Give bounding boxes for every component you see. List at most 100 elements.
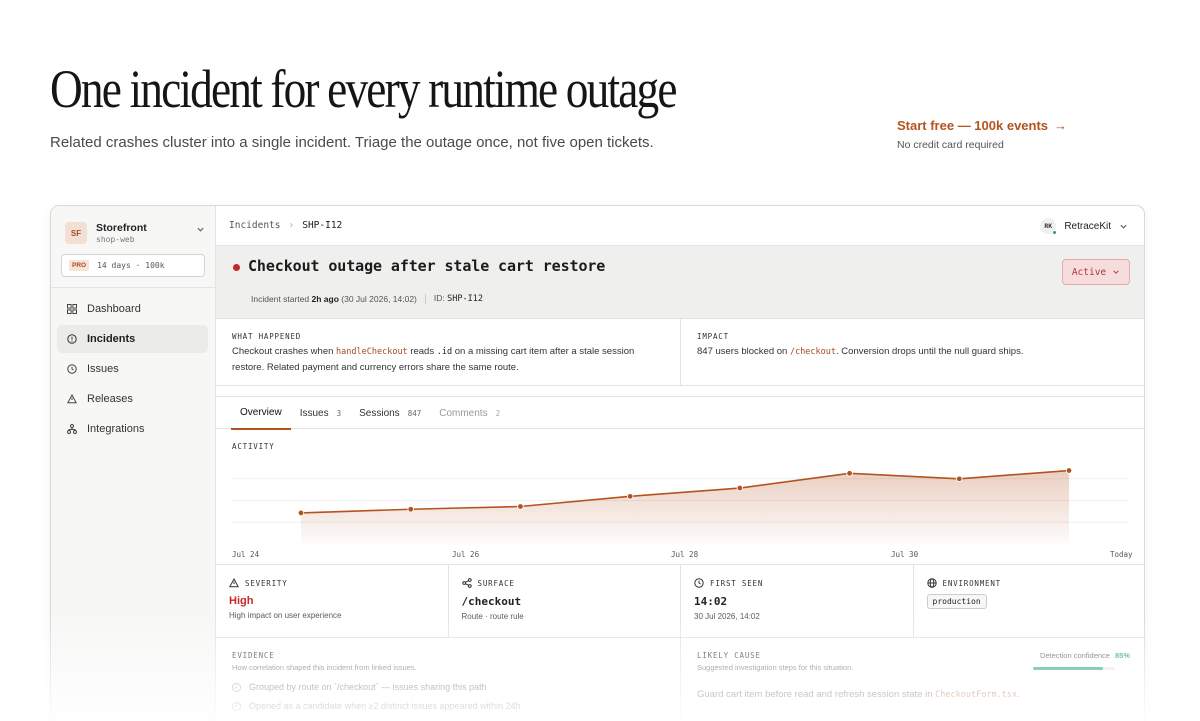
meta-divider [424, 293, 426, 304]
first-seen-card: FIRST SEEN 14:02 30 Jul 2026, 14:02 [681, 565, 914, 638]
topbar: Incidents › SHP-I12 RK RetraceKit [216, 206, 1144, 246]
breadcrumb-current: SHP-I12 [302, 220, 343, 231]
activity-point[interactable] [517, 503, 524, 510]
surface-label: SURFACE [477, 578, 515, 588]
started-info: Incident started 2h ago (30 Jul 2026, 14… [251, 294, 417, 304]
start-free-link[interactable]: Start free — 100k events → [897, 118, 1067, 133]
user-menu[interactable]: RK RetraceKit [1040, 218, 1128, 235]
environment-label: ENVIRONMENT [942, 578, 1001, 588]
sidebar-item-label: Dashboard [87, 303, 141, 315]
activity-point[interactable] [736, 484, 744, 492]
activity-chart: Jul 24 Jul 26 Jul 28 Jul 30 Today [232, 467, 1133, 559]
breadcrumb-incidents[interactable]: Incidents [229, 220, 280, 231]
evidence-item: ✓ Grouped by route on `/checkout` — issu… [232, 682, 664, 692]
surface-card: SURFACE /checkout Route · route rule [449, 565, 681, 638]
surface-value: /checkout [461, 595, 522, 608]
text-segment: 847 users blocked on [697, 346, 788, 357]
tab-sessions[interactable]: Sessions 847 [350, 397, 430, 430]
warning-triangle-icon [229, 578, 239, 588]
sidebar-item-integrations[interactable]: Integrations [57, 415, 208, 443]
confidence-value: 85% [1114, 651, 1130, 660]
x-tick-label: Today [1110, 550, 1133, 559]
evidence-label: EVIDENCE [232, 651, 275, 660]
activity-point[interactable] [297, 509, 305, 517]
plan-box[interactable]: PRO 14 days · 100k [61, 254, 205, 277]
confidence-bar [1033, 667, 1115, 670]
sidebar-item-dashboard[interactable]: Dashboard [57, 295, 208, 323]
tab-label: Overview [240, 407, 282, 418]
alert-circle-icon [67, 334, 77, 344]
chevron-down-icon [197, 227, 204, 232]
severity-dot [233, 264, 240, 271]
code-checkoutform: CheckoutForm.tsx [935, 690, 1018, 700]
hero-title: One incident for every runtime outage [50, 59, 677, 119]
workspace-badge: SF [65, 222, 87, 244]
x-tick-label: Jul 24 [232, 550, 260, 559]
sidebar: SF Storefront shop-web PRO 14 days · 100… [51, 206, 216, 721]
severity-sub: High impact on user experience [229, 611, 342, 620]
sidebar-divider [51, 287, 216, 288]
activity-point[interactable] [956, 475, 963, 483]
tab-count: 847 [407, 409, 422, 418]
tab-comments[interactable]: Comments 2 [430, 397, 509, 430]
clock-icon [67, 364, 77, 374]
severity-value: High [229, 595, 254, 607]
activity-point[interactable] [846, 470, 853, 477]
what-happened-text: Checkout crashes when handleCheckout rea… [232, 344, 664, 375]
what-happened-label: WHAT HAPPENED [232, 332, 302, 341]
text-segment: . [1017, 689, 1020, 700]
avatar: RK [1040, 218, 1058, 235]
warning-triangle-icon [67, 394, 77, 404]
workspace-slug: shop-web [96, 235, 135, 244]
sidebar-item-incidents[interactable]: Incidents [57, 325, 208, 353]
tab-issues[interactable]: Issues 3 [291, 397, 350, 430]
avatar-initials: RK [1044, 222, 1053, 230]
tab-overview[interactable]: Overview [231, 397, 291, 430]
started-ago: 2h ago [311, 293, 339, 304]
main-panel: Incidents › SHP-I12 RK RetraceKit Checko… [216, 206, 1145, 721]
text-segment: Guard cart item before read and refresh … [697, 689, 933, 700]
evidence-text: Grouped by route on `/checkout` — issues… [249, 682, 487, 692]
incident-id: ID: SHP-I12 [434, 293, 483, 304]
what-happened-panel: WHAT HAPPENED Checkout crashes when hand… [216, 319, 681, 386]
surface-sub: Route · route rule [461, 612, 524, 621]
first-seen-sub: 30 Jul 2026, 14:02 [694, 612, 760, 621]
activity-point[interactable] [626, 493, 634, 500]
severity-card: SEVERITY High High impact on user experi… [216, 565, 449, 638]
likely-cause-text: Guard cart item before read and refresh … [697, 689, 1130, 700]
tab-count: 3 [336, 409, 342, 418]
network-icon [67, 424, 77, 434]
text-segment: reads [410, 346, 435, 357]
activity-point[interactable] [407, 506, 414, 513]
check-circle-icon: ✓ [232, 682, 241, 692]
breadcrumb: Incidents › SHP-I12 [229, 220, 342, 231]
status-dropdown[interactable]: Active [1062, 259, 1130, 285]
activity-area [301, 470, 1069, 544]
impact-text: 847 users blocked on /checkout. Conversi… [697, 344, 1130, 360]
workspace-switcher[interactable]: SF Storefront shop-web [65, 219, 205, 247]
code-handlecheckout: handleCheckout [336, 347, 408, 357]
impact-panel: IMPACT 847 users blocked on /checkout. C… [681, 319, 1144, 386]
code-id: .id [436, 347, 453, 357]
environment-badge: production [926, 594, 987, 609]
workspace-name: Storefront [96, 222, 147, 234]
x-tick-label: Jul 28 [671, 550, 699, 559]
tab-label: Issues [299, 408, 329, 419]
likely-cause-panel: LIKELY CAUSE Suggested investigation ste… [681, 638, 1144, 721]
sidebar-item-releases[interactable]: Releases [57, 385, 208, 413]
first-seen-value: 14:02 [694, 595, 728, 608]
text-segment: Checkout crashes when [232, 346, 334, 357]
check-circle-icon: ✓ [232, 701, 241, 711]
id-value: SHP-I12 [447, 294, 483, 304]
plan-tag: PRO [69, 260, 90, 271]
hero-subtitle: Related crashes cluster into a single in… [50, 134, 654, 151]
breadcrumb-separator: › [288, 220, 295, 231]
activity-point[interactable] [1065, 467, 1073, 474]
tab-bar: Overview Issues 3 Sessions 847 Comments 2 [216, 396, 1144, 430]
incident-title: Checkout outage after stale cart restore [248, 257, 606, 275]
x-tick-label: Jul 26 [452, 550, 480, 559]
environment-card: ENVIRONMENT production [914, 565, 1145, 638]
sidebar-item-label: Integrations [87, 423, 145, 435]
sidebar-item-issues[interactable]: Issues [57, 355, 208, 383]
bottom-panels: EVIDENCE How correlation shaped this inc… [216, 638, 1144, 721]
